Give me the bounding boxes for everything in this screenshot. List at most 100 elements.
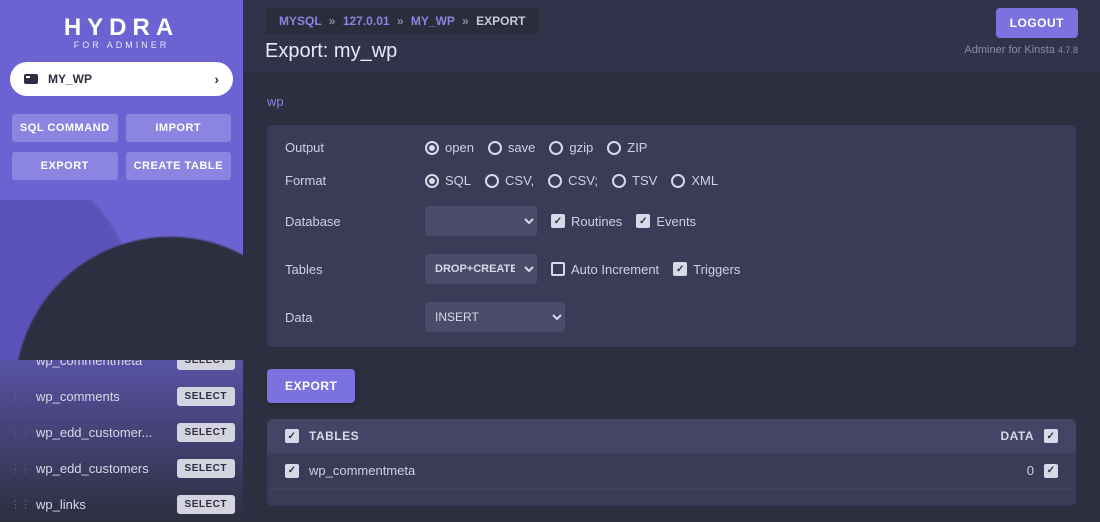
database-label: Database <box>285 214 425 229</box>
form-row-format: Format SQL CSV, CSV; TSV XML <box>267 164 1076 197</box>
sidebar-table-row[interactable]: ⋮⋮ wp_edd_customer... SELECT <box>10 414 235 450</box>
data-header-checkbox[interactable] <box>1044 429 1058 443</box>
data-label: Data <box>285 310 425 325</box>
sidebar-select-button[interactable]: SELECT <box>177 351 235 370</box>
tables-grid: TABLES DATA wp_commentmeta 0 <box>267 419 1076 506</box>
tables-header-label: TABLES <box>309 429 359 443</box>
sidebar-table-list: ⋮⋮ wp_commentmeta SELECT ⋮⋮ wp_comments SE… <box>0 342 243 522</box>
radio-icon <box>488 141 502 155</box>
data-select[interactable]: INSERT <box>425 302 565 332</box>
sidebar-select-button[interactable]: SELECT <box>177 459 235 478</box>
radio-icon <box>425 141 439 155</box>
sidebar-table-row[interactable]: ⋮⋮ wp_comments SELECT <box>10 378 235 414</box>
checkbox-icon <box>551 262 565 276</box>
form-row-output: Output open save gzip ZIP <box>267 131 1076 164</box>
export-form-panel: Output open save gzip ZIP Format SQL CSV… <box>267 125 1076 347</box>
tables-header-checkbox[interactable] <box>285 429 299 443</box>
radio-icon <box>548 174 562 188</box>
topbar: MYSQL » 127.0.01 » MY_WP » EXPORT Export… <box>243 0 1100 72</box>
format-option-xml[interactable]: XML <box>671 173 718 188</box>
brand-tagline: FOR ADMINER <box>0 40 243 50</box>
crumb-sep: » <box>397 14 404 28</box>
auto-increment-checkbox[interactable]: Auto Increment <box>551 262 659 277</box>
output-option-zip[interactable]: ZIP <box>607 140 647 155</box>
product-label: Adminer for Kinsta 4.7.8 <box>964 44 1078 56</box>
breadcrumb: MYSQL » 127.0.01 » MY_WP » EXPORT <box>265 8 539 34</box>
db-selector[interactable]: MY_WP › <box>10 62 233 96</box>
sidebar-table-name: wp_links <box>36 497 86 512</box>
drag-icon: ⋮⋮ <box>10 390 30 403</box>
sidebar-table-row[interactable]: ⋮⋮ wp_edd_customers SELECT <box>10 450 235 486</box>
sidebar-table-row[interactable]: ⋮⋮ wp_links SELECT <box>10 486 235 522</box>
export-submit-button[interactable]: EXPORT <box>267 369 355 403</box>
sidebar-table-name: wp_edd_customer... <box>36 425 152 440</box>
sidebar-table-name: wp_comments <box>36 389 120 404</box>
triggers-checkbox[interactable]: Triggers <box>673 262 740 277</box>
brand-name: HYDRA <box>0 14 243 42</box>
form-row-data: Data INSERT <box>267 293 1076 341</box>
form-row-database: Database Routines Events <box>267 197 1076 245</box>
export-button[interactable]: EXPORT <box>12 152 118 180</box>
row-data-count: 0 <box>1027 463 1034 478</box>
brand-logo: HYDRA FOR ADMINER <box>0 14 243 50</box>
checkbox-icon <box>636 214 650 228</box>
sql-command-button[interactable]: SQL COMMAND <box>12 114 118 142</box>
radio-icon <box>607 141 621 155</box>
crumb-sep: » <box>462 14 469 28</box>
main: MYSQL » 127.0.01 » MY_WP » EXPORT Export… <box>243 0 1100 522</box>
checkbox-icon <box>551 214 565 228</box>
product-version: 4.7.8 <box>1058 45 1078 55</box>
drag-icon: ⋮⋮ <box>10 426 30 439</box>
crumb-sep: » <box>329 14 336 28</box>
routines-checkbox[interactable]: Routines <box>551 214 622 229</box>
tables-grid-row: wp_commentmeta 0 <box>267 453 1076 488</box>
format-option-csvc[interactable]: CSV, <box>485 173 534 188</box>
sidebar-select-button[interactable]: SELECT <box>177 423 235 442</box>
create-table-button[interactable]: CREATE TABLE <box>126 152 232 180</box>
sidebar-table-name: wp_edd_customers <box>36 461 149 476</box>
radio-icon <box>671 174 685 188</box>
sidebar-select-button[interactable]: SELECT <box>177 387 235 406</box>
drag-icon: ⋮⋮ <box>10 498 30 511</box>
chevron-right-icon: › <box>214 71 219 87</box>
form-row-tables: Tables DROP+CREATE Auto Increment Trigge… <box>267 245 1076 293</box>
radio-icon <box>549 141 563 155</box>
format-option-sql[interactable]: SQL <box>425 173 471 188</box>
output-option-gzip[interactable]: gzip <box>549 140 593 155</box>
output-option-save[interactable]: save <box>488 140 535 155</box>
drag-icon: ⋮⋮ <box>10 354 30 367</box>
page-title: Export: my_wp <box>265 40 539 63</box>
crumb-host[interactable]: 127.0.01 <box>343 14 390 28</box>
data-header-label: DATA <box>1000 429 1034 443</box>
sidebar-select-button[interactable]: SELECT <box>177 495 235 514</box>
format-option-tsv[interactable]: TSV <box>612 173 657 188</box>
tables-select[interactable]: DROP+CREATE <box>425 254 537 284</box>
drag-icon: ⋮⋮ <box>10 462 30 475</box>
sidebar-table-row[interactable]: ⋮⋮ wp_commentmeta SELECT <box>10 342 235 378</box>
tables-grid-header: TABLES DATA <box>267 419 1076 453</box>
radio-icon <box>425 174 439 188</box>
sidebar-table-name: wp_commentmeta <box>36 353 142 368</box>
radio-icon <box>612 174 626 188</box>
checkbox-icon <box>673 262 687 276</box>
import-button[interactable]: IMPORT <box>126 114 232 142</box>
row-data-checkbox[interactable] <box>1044 464 1058 478</box>
logout-button[interactable]: LOGOUT <box>996 8 1078 38</box>
format-label: Format <box>285 173 425 188</box>
output-label: Output <box>285 140 425 155</box>
crumb-engine[interactable]: MYSQL <box>279 14 321 28</box>
tables-label: Tables <box>285 262 425 277</box>
crumb-current: EXPORT <box>476 14 525 28</box>
row-table-checkbox[interactable] <box>285 464 299 478</box>
output-option-open[interactable]: open <box>425 140 474 155</box>
storage-icon <box>24 74 38 84</box>
schema-link[interactable]: wp <box>267 94 284 109</box>
radio-icon <box>485 174 499 188</box>
row-table-name: wp_commentmeta <box>309 463 415 478</box>
events-checkbox[interactable]: Events <box>636 214 696 229</box>
crumb-db[interactable]: MY_WP <box>411 14 455 28</box>
db-selector-label: MY_WP <box>48 72 92 86</box>
sidebar: HYDRA FOR ADMINER MY_WP › SQL COMMAND IM… <box>0 0 243 522</box>
database-select[interactable] <box>425 206 537 236</box>
format-option-csvs[interactable]: CSV; <box>548 173 598 188</box>
